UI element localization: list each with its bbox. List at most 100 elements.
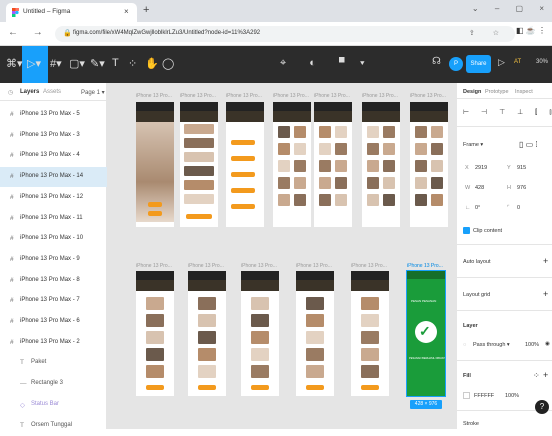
text-tool-icon[interactable]: T [112,57,119,69]
tab-design[interactable]: Design [463,89,481,95]
sublayer-item[interactable]: T Orsem Tunggal [0,416,107,436]
sublayer-item[interactable]: T Paket [0,353,107,373]
fill-swatch[interactable] [463,392,470,399]
frame-type-dropdown[interactable]: Frame ▾ [463,142,483,148]
x-label: X [465,165,469,171]
address-bar-row: ← → C 🔒 figma.com/file/xW4MqlZwGwjlloblk… [0,22,552,46]
layer-item[interactable]: # iPhone 13 Pro Max - 11 [0,209,107,229]
sublayer-item[interactable]: — Rectangle 3 [0,374,107,394]
phone-frame[interactable] [314,102,352,227]
layer-name: iPhone 13 Pro Max - 6 [20,318,80,324]
fill-styles-icon[interactable]: ⁘ [533,371,540,380]
figma-toolbar: ⌘▾ ▷▾ #▾ ▢▾ ✎▾ T ⁘ ✋ ◯ ⌖ ◐ ▝▾ ☊ P Share … [0,46,552,83]
phone-frame[interactable] [241,271,279,396]
move-tool-icon[interactable]: ▷▾ [27,57,41,70]
phone-frame[interactable] [296,271,334,396]
success-heading: PESAN PESANAN [411,299,437,303]
add-auto-layout-icon[interactable]: + [543,256,548,266]
layer-item[interactable]: # iPhone 13 Pro Max - 9 [0,250,107,270]
minimize-icon[interactable]: – [495,4,499,13]
align-icons[interactable]: ⊢ ⊣ ⊤ ⊥ ⫿ ⫾ [463,108,552,117]
fill-opacity-field[interactable]: 100% [505,393,519,399]
phone-frame[interactable] [362,102,400,227]
pen-tool-icon[interactable]: ✎▾ [90,57,105,70]
collaborator-avatar[interactable]: AT [514,59,521,65]
orientation-icon[interactable]: ▯ ▭ ⁞ [519,140,538,149]
tab-close-icon[interactable]: × [124,7,129,16]
layer-item[interactable]: # iPhone 13 Pro Max - 3 [0,126,107,146]
extension-icons[interactable]: ◧ ☕ ⋮ [516,26,546,35]
new-tab-icon[interactable]: + [143,4,149,16]
hand-tool-icon[interactable]: ✋ [145,57,159,70]
window-controls: ⌄ – ▢ × [458,4,544,13]
design-panel: Design Prototype Inspect ⊢ ⊣ ⊤ ⊥ ⫿ ⫾ Fra… [456,83,552,429]
avatar[interactable]: P [449,57,463,71]
close-window-icon[interactable]: × [539,4,544,13]
url-field[interactable]: 🔒 figma.com/file/xW4MqlZwGwjlloblklrLZu3… [55,26,515,42]
layer-item[interactable]: # iPhone 13 Pro Max - 7 [0,291,107,311]
rotation-field[interactable]: 0° [475,205,480,211]
layer-item[interactable]: # iPhone 13 Pro Max - 5 [0,105,107,125]
center-tools[interactable]: ⌖ ◐ ▝▾ [280,57,375,70]
h-field[interactable]: 976 [517,185,526,191]
share-button[interactable]: Share [466,55,491,73]
layer-item[interactable]: # iPhone 13 Pro Max - 12 [0,188,107,208]
headset-icon[interactable]: ☊ [432,56,441,67]
present-icon[interactable]: ▷ [498,57,505,68]
lock-icon: 🔒 [63,30,72,37]
layer-item[interactable]: # iPhone 13 Pro Max - 8 [0,271,107,291]
success-frame[interactable]: PESAN PESANAN ✓ PESANAN BERHASIL DIBUAT [406,270,446,397]
frame-label: iPhone 13 Pro... [188,263,224,269]
layer-item[interactable]: # iPhone 13 Pro Max - 6 [0,312,107,332]
blend-mode-dropdown[interactable]: Pass through ▾ [473,342,510,348]
sublayer-item[interactable]: ◇ Status Bar [0,395,107,415]
tab-layers[interactable]: Layers [20,89,39,95]
corner-radius-field[interactable]: 0 [517,205,520,211]
resources-icon[interactable]: ⁘ [128,57,137,70]
phone-frame[interactable] [188,271,226,396]
url-text[interactable]: figma.com/file/xW4MqlZwGwjlloblklrLZu3/U… [73,30,260,36]
phone-frame[interactable] [351,271,389,396]
y-field[interactable]: 915 [517,165,526,171]
bookmark-icons[interactable]: ⇪ ☆ [469,29,507,37]
phone-frame[interactable] [180,102,218,227]
add-fill-icon[interactable]: + [543,370,548,380]
phone-frame[interactable] [136,102,174,227]
add-layout-grid-icon[interactable]: + [543,289,548,299]
phone-frame[interactable] [136,271,174,396]
layers-panel-tabs: ◷ Layers Assets Page 1 ▾ [0,83,107,101]
page-selector[interactable]: Page 1 ▾ [81,89,105,96]
w-field[interactable]: 428 [475,185,484,191]
phone-frame[interactable] [226,102,264,227]
layer-opacity[interactable]: 100% [525,342,539,348]
layer-item[interactable]: # iPhone 13 Pro Max - 2 [0,333,107,353]
layer-item[interactable]: # iPhone 13 Pro Max - 14 [0,167,107,188]
phone-frame[interactable] [410,102,448,227]
maximize-icon[interactable]: ▢ [516,4,524,13]
x-field[interactable]: 2919 [475,165,487,171]
frame-icon: # [10,318,14,325]
shape-tool-icon[interactable]: ▢▾ [69,57,85,70]
layer-item[interactable]: # iPhone 13 Pro Max - 10 [0,229,107,249]
fill-hex-field[interactable]: FFFFFF [474,393,494,399]
success-message: PESANAN BERHASIL DIBUAT [409,357,445,360]
help-button[interactable]: ? [535,400,549,414]
visibility-icon[interactable]: ◉ [545,341,550,347]
main-menu-icon[interactable]: ⌘▾ [6,57,23,70]
layer-name: iPhone 13 Pro Max - 14 [20,173,84,180]
phone-frame[interactable] [273,102,311,227]
tab-title: Untitled – Figma [23,8,71,15]
comment-tool-icon[interactable]: ◯ [162,57,174,70]
layers-toggle-icon[interactable]: ◷ [8,89,13,96]
tab-prototype[interactable]: Prototype [485,89,509,95]
layer-name: iPhone 13 Pro Max - 10 [20,235,84,242]
clip-content-checkbox[interactable] [463,227,470,234]
design-canvas[interactable]: iPhone 13 Pro... iPhone 13 Pro... iPhone… [107,83,456,429]
tab-assets[interactable]: Assets [43,89,61,95]
tab-inspect[interactable]: Inspect [515,89,533,95]
tab-search-icon[interactable]: ⌄ [472,4,479,13]
browser-tab[interactable]: Untitled – Figma × [6,3,137,22]
zoom-level[interactable]: 30% [536,59,548,65]
layer-item[interactable]: # iPhone 13 Pro Max - 4 [0,146,107,166]
frame-tool-icon[interactable]: #▾ [50,57,62,70]
